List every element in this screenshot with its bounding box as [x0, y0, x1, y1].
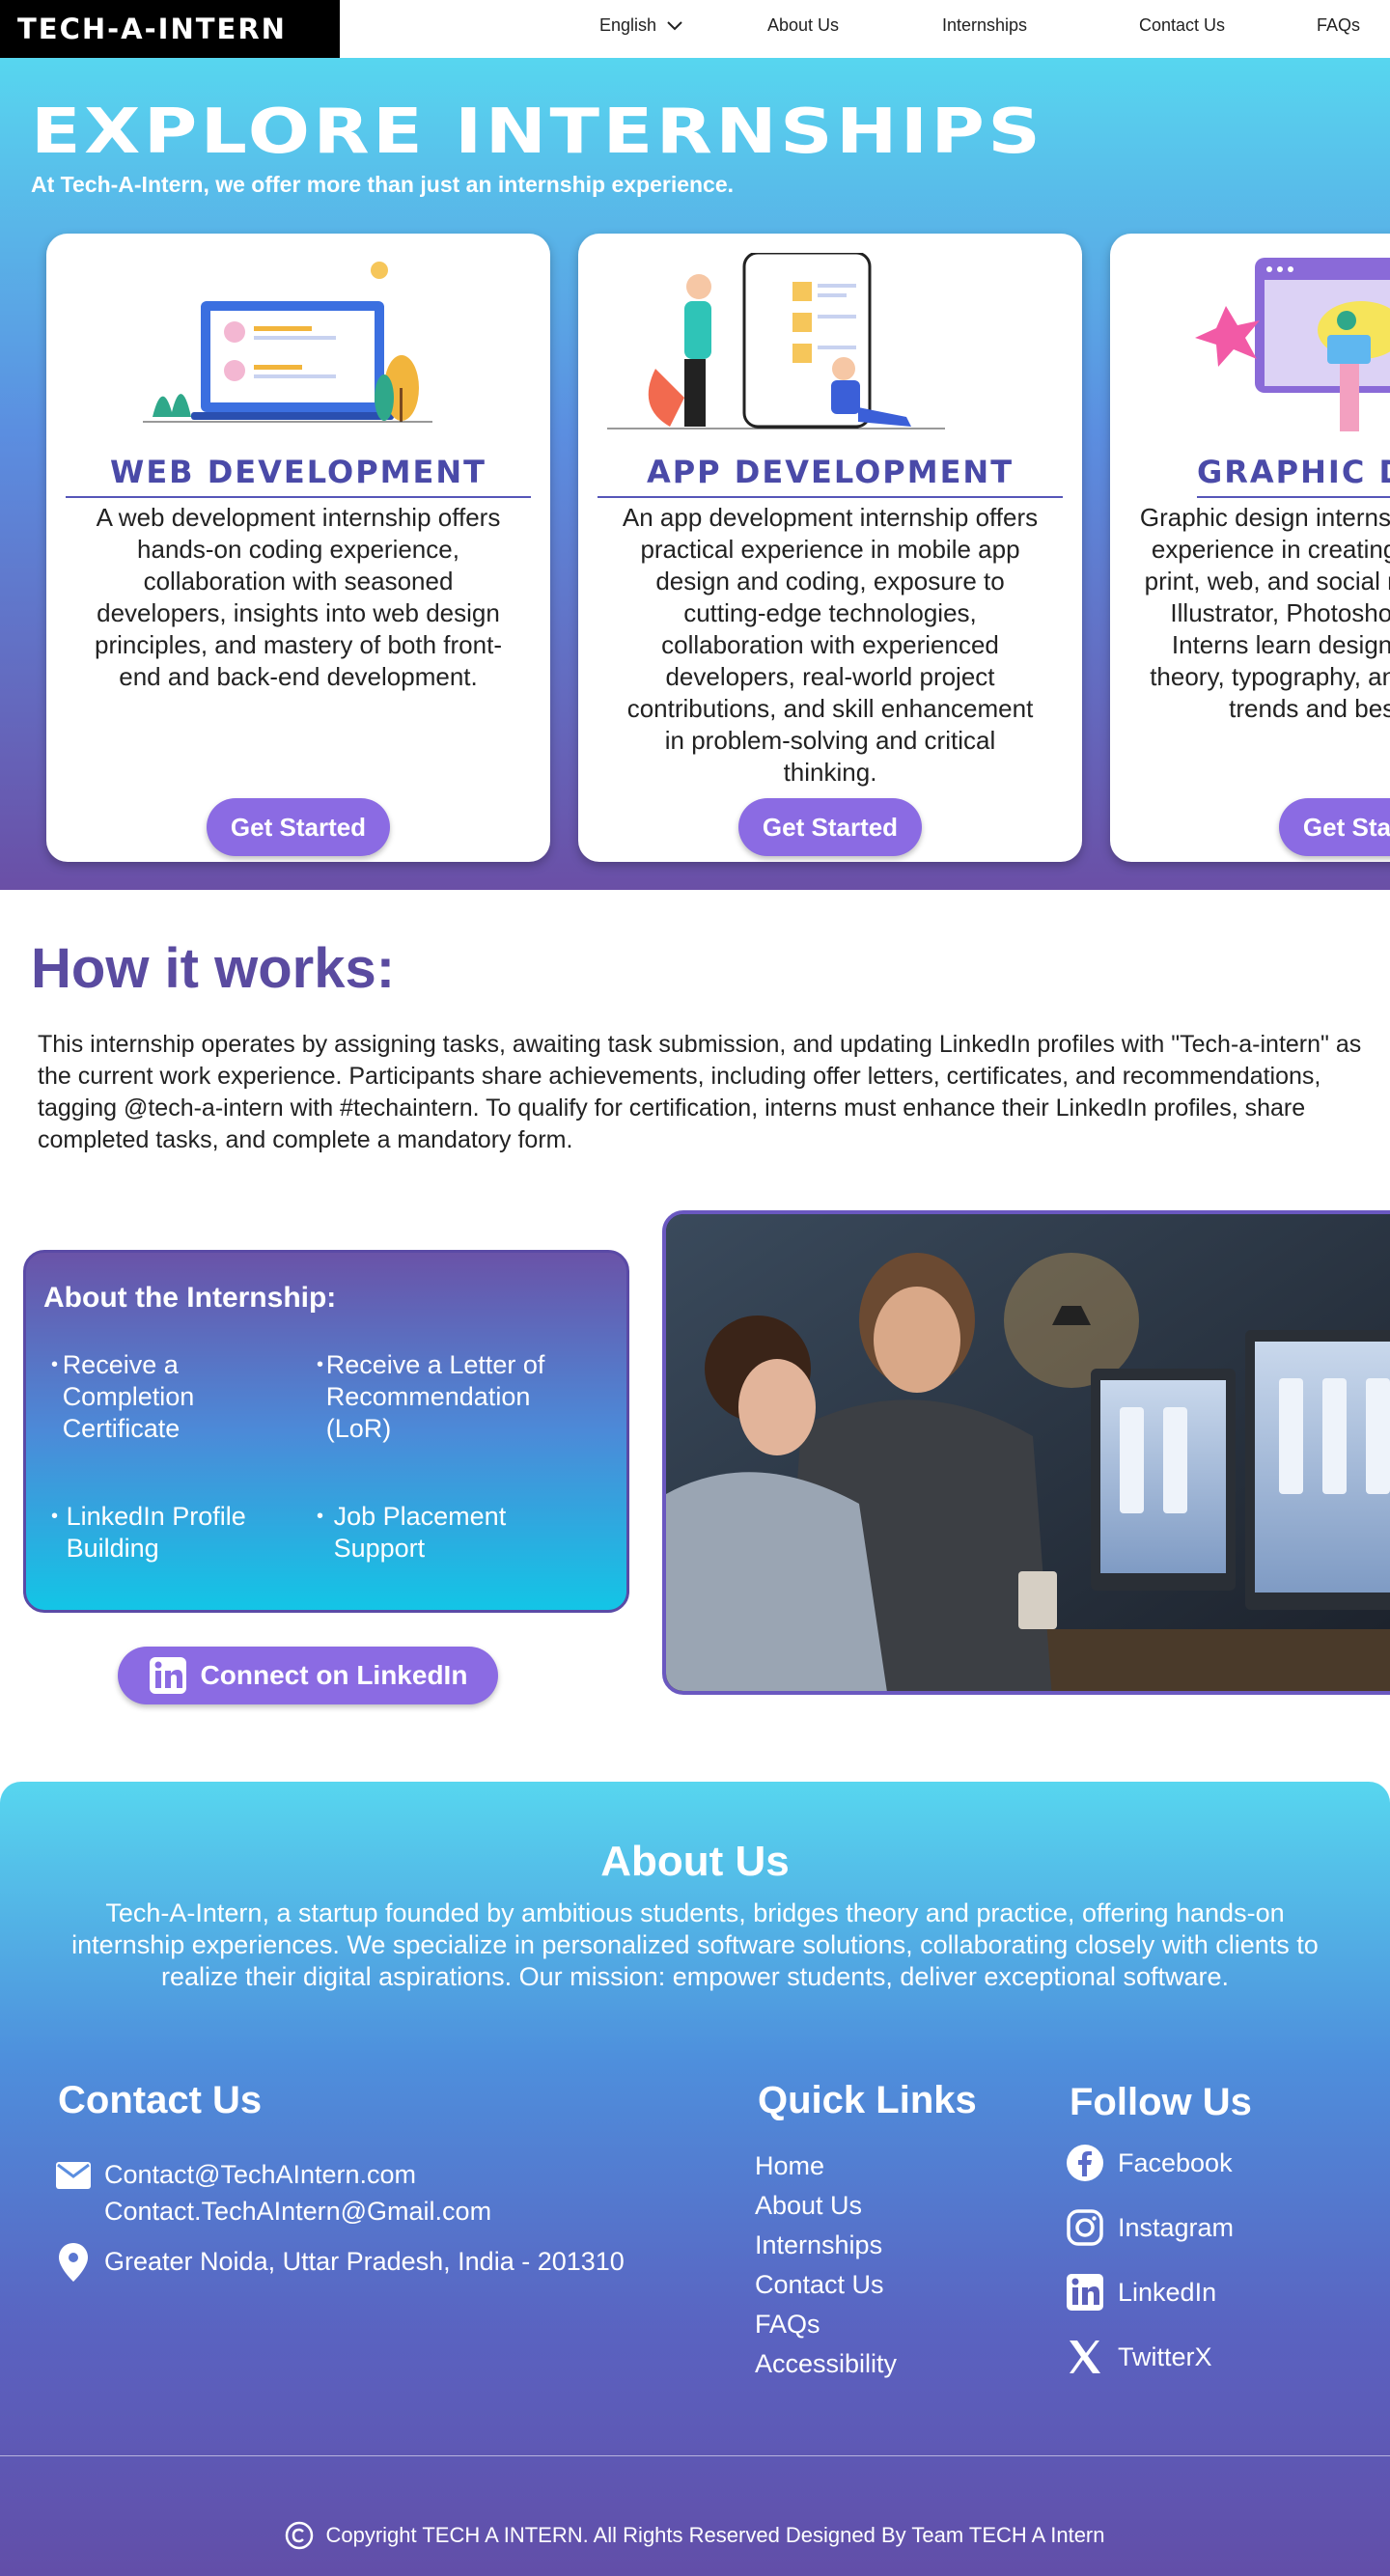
quick-link-faqs[interactable]: FAQs: [755, 2305, 897, 2344]
social-twitterx[interactable]: TwitterX: [1066, 2341, 1234, 2373]
social-instagram[interactable]: Instagram: [1066, 2209, 1235, 2246]
card-graphic-design: Graphic Design Graphic design internship…: [1110, 234, 1390, 862]
benefit-label: Receive a Letter of Recommendation (LoR): [325, 1350, 545, 1443]
quick-link-home[interactable]: Home: [755, 2147, 897, 2186]
x-twitter-icon: [1070, 2341, 1100, 2373]
list-item: • Job Placement Support: [309, 1501, 598, 1565]
social-links-list: Facebook Instagram LinkedIn TwitterX: [1066, 2145, 1235, 2405]
address-text: Greater Noida, Uttar Pradesh, India - 20…: [104, 2247, 625, 2276]
instagram-icon: [1067, 2209, 1103, 2246]
app-development-illustration: [607, 253, 945, 429]
how-it-works-title: How it works:: [31, 937, 396, 1000]
footer-about-title: About Us: [600, 1838, 790, 1885]
social-label: Facebook: [1118, 2147, 1233, 2177]
contact-emails: Contact@TechAIntern.com Contact.TechAInt…: [56, 2156, 491, 2230]
photo-illustration: [666, 1214, 1390, 1691]
get-started-button[interactable]: Get Started: [207, 798, 390, 856]
contact-us-title: Contact Us: [58, 2079, 263, 2121]
get-started-button[interactable]: Get Started: [1279, 798, 1390, 856]
linkedin-icon: [149, 1657, 186, 1694]
quick-link-internships[interactable]: Internships: [755, 2226, 897, 2265]
about-internship-box: About the Internship: • Receive a Complet…: [23, 1250, 629, 1613]
nav-about-us[interactable]: About Us: [767, 15, 839, 36]
card-description: A web development internship offers hand…: [95, 503, 502, 691]
card-title: Graphic Design: [1197, 454, 1390, 498]
mail-icon: [56, 2162, 91, 2189]
social-label: LinkedIn: [1118, 2277, 1217, 2307]
chevron-down-icon: [667, 20, 682, 30]
web-development-illustration: [143, 262, 432, 423]
site-logo[interactable]: TECH-A-INTERN: [0, 0, 340, 58]
linkedin-icon: [1067, 2274, 1103, 2311]
social-facebook[interactable]: Facebook: [1066, 2145, 1234, 2181]
benefit-label: LinkedIn Profile Building: [66, 1502, 246, 1563]
email-link-1[interactable]: Contact@TechAIntern.com: [104, 2156, 491, 2193]
nav-internships[interactable]: Internships: [942, 15, 1027, 36]
benefits-list: • Receive a Completion Certificate • Recei…: [43, 1349, 613, 1565]
footer: About Us Tech-A-Intern, a startup founde…: [0, 1782, 1390, 2576]
quick-link-contact-us[interactable]: Contact Us: [755, 2265, 897, 2305]
about-internship-title: About the Internship:: [43, 1282, 337, 1314]
follow-us-title: Follow Us: [1070, 2081, 1252, 2123]
email-link-2[interactable]: Contact.TechAIntern@Gmail.com: [104, 2193, 491, 2230]
card-title: App Development: [598, 454, 1063, 498]
nav-contact-us[interactable]: Contact Us: [1139, 15, 1225, 36]
language-label: English: [599, 15, 657, 35]
social-label: TwitterX: [1118, 2341, 1212, 2371]
get-started-button[interactable]: Get Started: [738, 798, 922, 856]
nav-faqs[interactable]: FAQs: [1317, 15, 1360, 36]
facebook-icon: [1067, 2145, 1103, 2181]
card-app-development: App Development An app development inter…: [578, 234, 1082, 862]
connect-linkedin-button[interactable]: Connect on LinkedIn: [118, 1647, 498, 1704]
quick-links-list: Home About Us Internships Contact Us FAQ…: [755, 2147, 897, 2384]
social-linkedin[interactable]: LinkedIn: [1066, 2274, 1234, 2311]
copyright-bar: Copyright TECH A INTERN. All Rights Rese…: [0, 2521, 1390, 2550]
how-it-works-text: This internship operates by assigning ta…: [38, 1031, 1362, 1153]
quick-link-about-us[interactable]: About Us: [755, 2186, 897, 2226]
list-item: • Receive a Letter of Recommendation (LoR…: [309, 1349, 598, 1445]
hero-section: Explore Internships At Tech-A-Intern, we…: [0, 58, 1390, 890]
social-label: Instagram: [1118, 2212, 1235, 2242]
hero-title: Explore Internships: [31, 97, 1044, 168]
footer-about-text: Tech-A-Intern, a startup founded by ambi…: [71, 1898, 1319, 1991]
card-title: Web Development: [66, 454, 531, 498]
contact-address: Greater Noida, Uttar Pradesh, India - 20…: [56, 2243, 625, 2282]
quick-links-title: Quick Links: [758, 2079, 977, 2121]
card-web-development: Web Development A web development intern…: [46, 234, 550, 862]
language-selector[interactable]: English: [599, 15, 683, 36]
location-pin-icon: [59, 2243, 88, 2282]
benefit-label: Receive a Completion Certificate: [62, 1350, 195, 1443]
hero-subtitle: At Tech-A-Intern, we offer more than jus…: [31, 172, 735, 197]
card-description: An app development internship offers pra…: [622, 503, 1039, 787]
top-nav: TECH-A-INTERN English About Us Internshi…: [0, 0, 1390, 58]
footer-divider: [0, 2455, 1390, 2456]
card-description: Graphic design internship offers hands-o…: [1139, 503, 1390, 723]
copyright-icon: [286, 2521, 314, 2550]
copyright-text: Copyright TECH A INTERN. All Rights Rese…: [325, 2523, 1105, 2547]
team-working-photo: [662, 1210, 1390, 1695]
quick-link-accessibility[interactable]: Accessibility: [755, 2344, 897, 2384]
connect-linkedin-label: Connect on LinkedIn: [200, 1660, 468, 1690]
graphic-design-illustration: [1195, 258, 1390, 431]
list-item: • LinkedIn Profile Building: [43, 1501, 309, 1565]
list-item: • Receive a Completion Certificate: [43, 1349, 309, 1445]
benefit-label: Job Placement Support: [333, 1502, 507, 1563]
